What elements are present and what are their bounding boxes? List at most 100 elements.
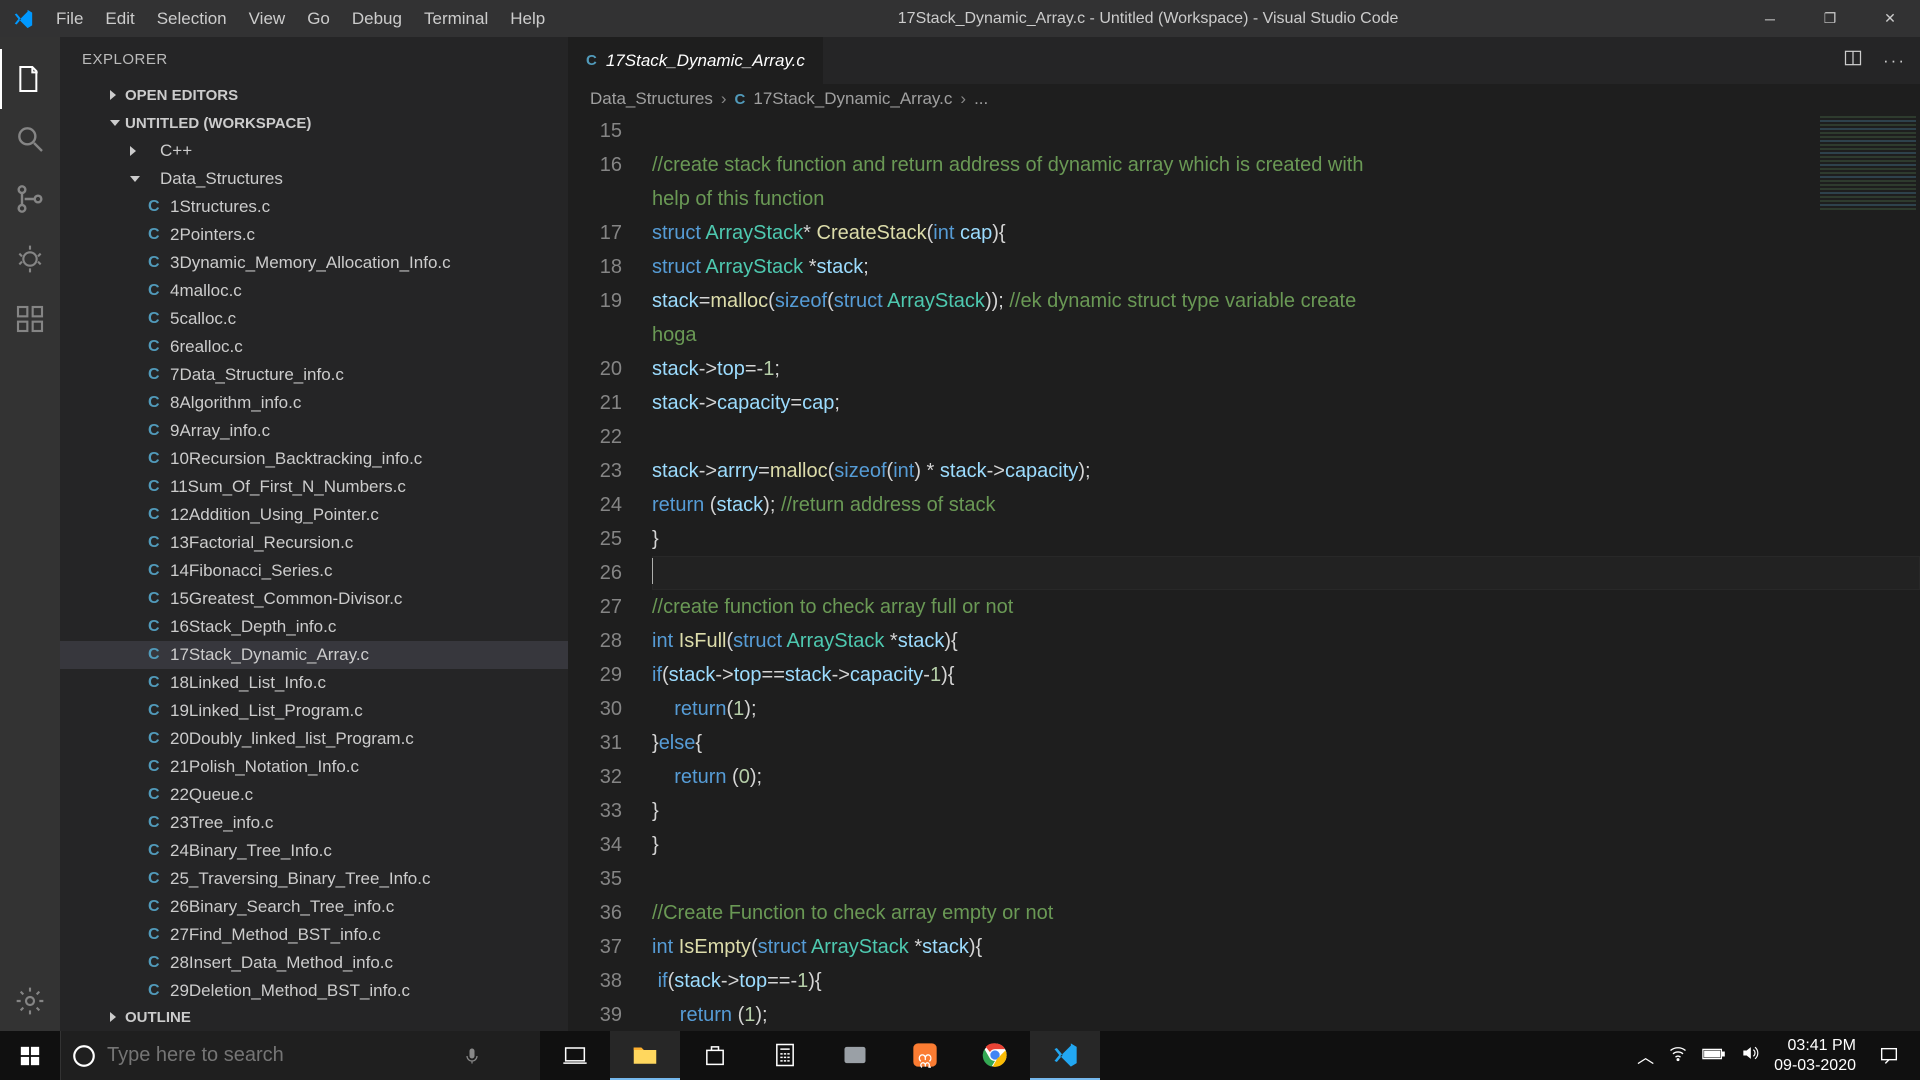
explorer-icon[interactable] (0, 49, 60, 109)
file-item[interactable]: C3Dynamic_Memory_Allocation_Info.c (60, 249, 568, 277)
c-file-icon: C (148, 310, 160, 328)
menu-debug[interactable]: Debug (341, 0, 413, 37)
search-icon[interactable] (0, 109, 60, 169)
vscode-app-icon[interactable] (1030, 1031, 1100, 1080)
file-item[interactable]: C25_Traversing_Binary_Tree_Info.c (60, 865, 568, 893)
file-explorer-icon[interactable] (610, 1031, 680, 1080)
app-icon-grey[interactable] (820, 1031, 890, 1080)
file-item[interactable]: C8Algorithm_info.c (60, 389, 568, 417)
extensions-icon[interactable] (0, 289, 60, 349)
file-item[interactable]: C6realloc.c (60, 333, 568, 361)
folder-cpp[interactable]: C++ (60, 137, 568, 165)
file-item[interactable]: C9Array_info.c (60, 417, 568, 445)
chevron-right-icon: › (960, 89, 966, 109)
c-file-icon: C (148, 982, 160, 1000)
notifications-icon[interactable] (1870, 1045, 1908, 1067)
file-label: 21Polish_Notation_Info.c (170, 757, 359, 777)
windows-taskbar: ဣ ︿ 03:41 PM 09-03-2020 (0, 1031, 1920, 1080)
title-bar: FileEditSelectionViewGoDebugTerminalHelp… (0, 0, 1920, 37)
menu-file[interactable]: File (45, 0, 94, 37)
file-label: 18Linked_List_Info.c (170, 673, 326, 693)
file-item[interactable]: C7Data_Structure_info.c (60, 361, 568, 389)
start-button[interactable] (0, 1031, 60, 1080)
maximize-button[interactable]: ❐ (1800, 0, 1860, 37)
file-item[interactable]: C27Find_Method_BST_info.c (60, 921, 568, 949)
more-actions-icon[interactable]: ··· (1883, 51, 1906, 71)
file-item[interactable]: C4malloc.c (60, 277, 568, 305)
code-editor[interactable]: 1516171819202122232425262728293031323334… (568, 114, 1920, 1031)
file-label: 26Binary_Search_Tree_info.c (170, 897, 394, 917)
chrome-icon[interactable] (960, 1031, 1030, 1080)
menu-selection[interactable]: Selection (146, 0, 238, 37)
breadcrumb-file[interactable]: 17Stack_Dynamic_Array.c (753, 89, 952, 109)
minimap[interactable] (1816, 114, 1920, 394)
c-file-icon: C (148, 954, 160, 972)
file-item[interactable]: C16Stack_Depth_info.c (60, 613, 568, 641)
outline-section[interactable]: OUTLINE (60, 1003, 568, 1031)
clock[interactable]: 03:41 PM 09-03-2020 (1774, 1036, 1856, 1076)
file-label: 8Algorithm_info.c (170, 393, 301, 413)
battery-icon[interactable] (1702, 1046, 1726, 1066)
source-control-icon[interactable] (0, 169, 60, 229)
microsoft-store-icon[interactable] (680, 1031, 750, 1080)
menu-view[interactable]: View (238, 0, 297, 37)
file-item[interactable]: C1Structures.c (60, 193, 568, 221)
file-item[interactable]: C19Linked_List_Program.c (60, 697, 568, 725)
file-label: 23Tree_info.c (170, 813, 273, 833)
file-item[interactable]: C24Binary_Tree_Info.c (60, 837, 568, 865)
taskbar-search[interactable] (60, 1031, 540, 1080)
c-file-icon: C (148, 842, 160, 860)
split-editor-icon[interactable] (1843, 48, 1863, 73)
file-item[interactable]: C5calloc.c (60, 305, 568, 333)
settings-gear-icon[interactable] (0, 971, 60, 1031)
tab-open-file[interactable]: C 17Stack_Dynamic_Array.c (568, 37, 823, 84)
tray-chevron-icon[interactable]: ︿ (1637, 1043, 1654, 1068)
close-button[interactable]: ✕ (1860, 0, 1920, 37)
file-item[interactable]: C13Factorial_Recursion.c (60, 529, 568, 557)
file-item[interactable]: C20Doubly_linked_list_Program.c (60, 725, 568, 753)
search-input[interactable] (107, 1044, 447, 1067)
breadcrumbs[interactable]: Data_Structures › C 17Stack_Dynamic_Arra… (568, 84, 1920, 114)
file-item[interactable]: C10Recursion_Backtracking_info.c (60, 445, 568, 473)
calculator-icon[interactable] (750, 1031, 820, 1080)
file-item[interactable]: C 26Binary_Search_Tree_info.c (60, 893, 568, 921)
mic-icon[interactable] (447, 1046, 497, 1066)
c-file-icon: C (148, 506, 160, 524)
cortana-icon[interactable] (61, 1043, 107, 1069)
breadcrumb-more[interactable]: ... (974, 89, 988, 109)
debug-icon[interactable] (0, 229, 60, 289)
file-label: 17Stack_Dynamic_Array.c (170, 645, 369, 665)
file-item[interactable]: C29Deletion_Method_BST_info.c (60, 977, 568, 1003)
workspace-section[interactable]: UNTITLED (WORKSPACE) (60, 109, 568, 137)
file-label: 11Sum_Of_First_N_Numbers.c (170, 477, 406, 497)
wifi-icon[interactable] (1668, 1043, 1688, 1068)
c-file-icon: C (148, 898, 160, 916)
file-item[interactable]: C2Pointers.c (60, 221, 568, 249)
minimize-button[interactable]: ─ (1740, 0, 1800, 37)
menu-help[interactable]: Help (499, 0, 556, 37)
file-item[interactable]: C15Greatest_Common-Divisor.c (60, 585, 568, 613)
file-item[interactable]: C 18Linked_List_Info.c (60, 669, 568, 697)
file-item[interactable]: C21Polish_Notation_Info.c (60, 753, 568, 781)
c-file-icon: C (148, 814, 160, 832)
volume-icon[interactable] (1740, 1043, 1760, 1068)
task-view-icon[interactable] (540, 1031, 610, 1080)
menu-terminal[interactable]: Terminal (413, 0, 499, 37)
file-item[interactable]: C14Fibonacci_Series.c (60, 557, 568, 585)
c-file-icon: C (148, 674, 160, 692)
file-item[interactable]: C17Stack_Dynamic_Array.c (60, 641, 568, 669)
menu-go[interactable]: Go (296, 0, 341, 37)
file-label: 9Array_info.c (170, 421, 270, 441)
file-item[interactable]: C28Insert_Data_Method_info.c (60, 949, 568, 977)
open-editors-section[interactable]: OPEN EDITORS (60, 81, 568, 109)
file-item[interactable]: C 23Tree_info.c (60, 809, 568, 837)
file-item[interactable]: C11Sum_Of_First_N_Numbers.c (60, 473, 568, 501)
file-item[interactable]: C22Queue.c (60, 781, 568, 809)
code-content[interactable]: //create stack function and return addre… (652, 114, 1920, 1031)
xampp-icon[interactable]: ဣ (890, 1031, 960, 1080)
breadcrumb-folder[interactable]: Data_Structures (590, 89, 713, 109)
c-file-icon: C (148, 702, 160, 720)
folder-data-structures[interactable]: Data_Structures (60, 165, 568, 193)
file-item[interactable]: C12Addition_Using_Pointer.c (60, 501, 568, 529)
menu-edit[interactable]: Edit (94, 0, 145, 37)
